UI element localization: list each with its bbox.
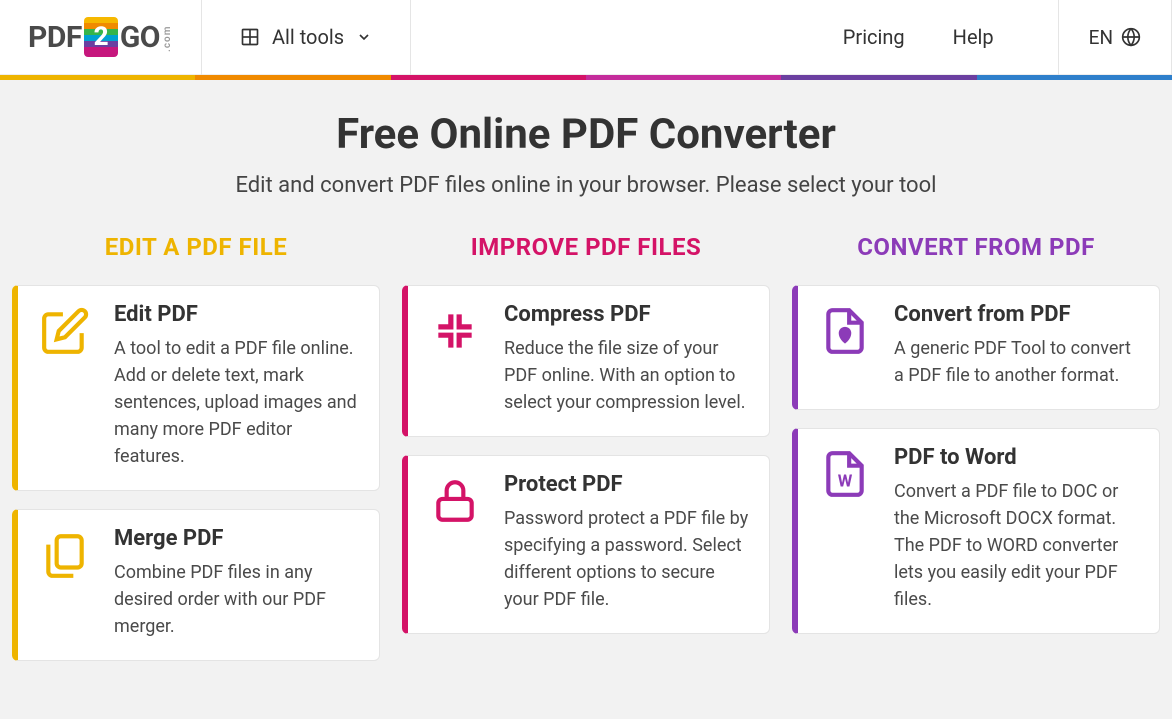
column-title: EDIT A PDF FILE xyxy=(12,233,380,261)
card-merge-pdf[interactable]: Merge PDF Combine PDF files in any desir… xyxy=(12,509,380,661)
logo[interactable]: PDF 2 GO .com xyxy=(0,17,201,57)
column-title: IMPROVE PDF FILES xyxy=(402,233,770,261)
rainbow-divider xyxy=(0,75,1172,80)
vertical-divider xyxy=(410,0,411,75)
column-edit: EDIT A PDF FILE Edit PDF A tool to edit … xyxy=(12,233,380,679)
logo-two-icon: 2 xyxy=(84,17,118,57)
edit-icon xyxy=(36,302,94,470)
card-convert-from-pdf[interactable]: Convert from PDF A generic PDF Tool to c… xyxy=(792,285,1160,410)
chevron-down-icon xyxy=(356,29,372,45)
all-tools-label: All tools xyxy=(272,25,344,49)
merge-icon xyxy=(36,526,94,640)
language-selector[interactable]: EN xyxy=(1058,0,1172,75)
column-title: CONVERT FROM PDF xyxy=(792,233,1160,261)
column-convert: CONVERT FROM PDF Convert from PDF A gene… xyxy=(792,233,1160,679)
logo-com: .com xyxy=(162,22,173,52)
pricing-link[interactable]: Pricing xyxy=(819,25,929,49)
logo-pdf: PDF xyxy=(28,20,82,55)
card-edit-pdf[interactable]: Edit PDF A tool to edit a PDF file onlin… xyxy=(12,285,380,491)
help-link[interactable]: Help xyxy=(929,25,1018,49)
svg-text:W: W xyxy=(838,473,853,492)
card-title: Edit PDF xyxy=(114,302,359,327)
card-desc: A generic PDF Tool to convert a PDF file… xyxy=(894,335,1139,389)
lock-icon xyxy=(426,472,484,613)
compress-icon xyxy=(426,302,484,416)
grid-icon xyxy=(240,27,260,47)
card-pdf-to-word[interactable]: W PDF to Word Convert a PDF file to DOC … xyxy=(792,428,1160,634)
card-protect-pdf[interactable]: Protect PDF Password protect a PDF file … xyxy=(402,455,770,634)
card-title: Merge PDF xyxy=(114,526,359,551)
pdf-file-icon xyxy=(816,302,874,389)
language-label: EN xyxy=(1089,26,1113,49)
card-title: PDF to Word xyxy=(894,445,1139,470)
card-compress-pdf[interactable]: Compress PDF Reduce the file size of you… xyxy=(402,285,770,437)
card-desc: Password protect a PDF file by specifyin… xyxy=(504,505,749,613)
card-title: Compress PDF xyxy=(504,302,749,327)
card-title: Convert from PDF xyxy=(894,302,1139,327)
tool-columns: EDIT A PDF FILE Edit PDF A tool to edit … xyxy=(0,233,1172,709)
all-tools-dropdown[interactable]: All tools xyxy=(202,0,410,75)
card-desc: A tool to edit a PDF file online. Add or… xyxy=(114,335,359,470)
globe-icon xyxy=(1121,27,1141,47)
card-desc: Convert a PDF file to DOC or the Microso… xyxy=(894,478,1139,613)
card-desc: Combine PDF files in any desired order w… xyxy=(114,559,359,640)
card-desc: Reduce the file size of your PDF online.… xyxy=(504,335,749,416)
hero-section: Free Online PDF Converter Edit and conve… xyxy=(0,80,1172,233)
card-title: Protect PDF xyxy=(504,472,749,497)
logo-go: GO xyxy=(120,20,160,55)
column-improve: IMPROVE PDF FILES Compress PDF Reduce th… xyxy=(402,233,770,679)
word-file-icon: W xyxy=(816,445,874,613)
page-title: Free Online PDF Converter xyxy=(10,110,1162,159)
page-subtitle: Edit and convert PDF files online in you… xyxy=(10,173,1162,198)
top-navbar: PDF 2 GO .com All tools Pricing Help EN xyxy=(0,0,1172,75)
